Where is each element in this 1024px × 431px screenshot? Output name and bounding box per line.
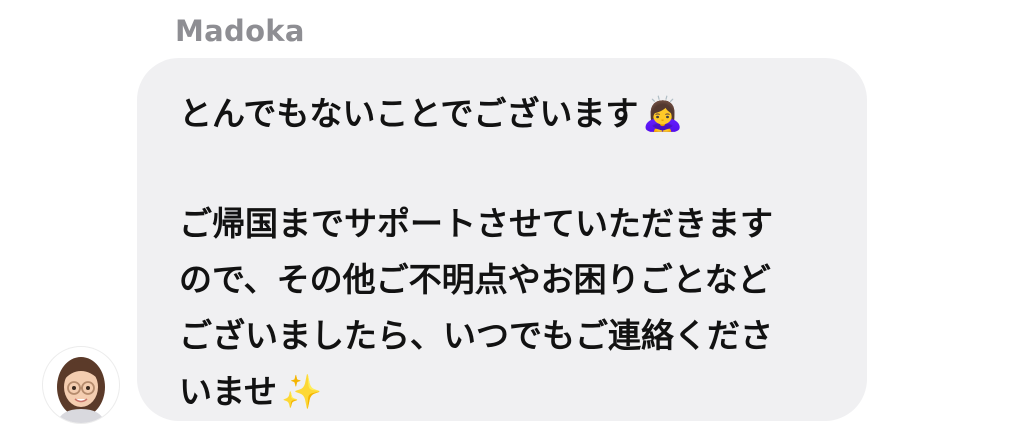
message-line-text: ので、その他ご不明点やお困りごとなど (179, 260, 771, 299)
message-line-text: いませ (179, 372, 278, 411)
message-line: ので、その他ご不明点やお困りごとなど (179, 252, 837, 308)
sparkles-emoji: ✨ (281, 372, 323, 411)
message-line: ご帰国までサポートさせていただきます (179, 196, 837, 252)
chat-conversation: Madoka とんでもないことでございます 🙇‍♀️ ご帰国までサポートさせていた… (0, 0, 1024, 431)
message-line: ございましたら、いつでもご連絡くださ (179, 308, 837, 364)
memoji-avatar-icon (57, 357, 105, 423)
bowing-person-emoji: 🙇‍♀️ (642, 94, 684, 133)
message-line: とんでもないことでございます 🙇‍♀️ (179, 86, 837, 142)
sender-name: Madoka (175, 14, 305, 48)
message-line: いませ ✨ (179, 364, 837, 420)
message-line-text: ございましたら、いつでもご連絡くださ (179, 316, 773, 355)
sender-avatar[interactable] (43, 347, 119, 423)
message-line-text: ご帰国までサポートさせていただきます (179, 204, 773, 243)
message-line-text: とんでもないことでございます (179, 94, 639, 133)
message-bubble[interactable]: とんでもないことでございます 🙇‍♀️ ご帰国までサポートさせていただきます ので… (137, 58, 867, 421)
